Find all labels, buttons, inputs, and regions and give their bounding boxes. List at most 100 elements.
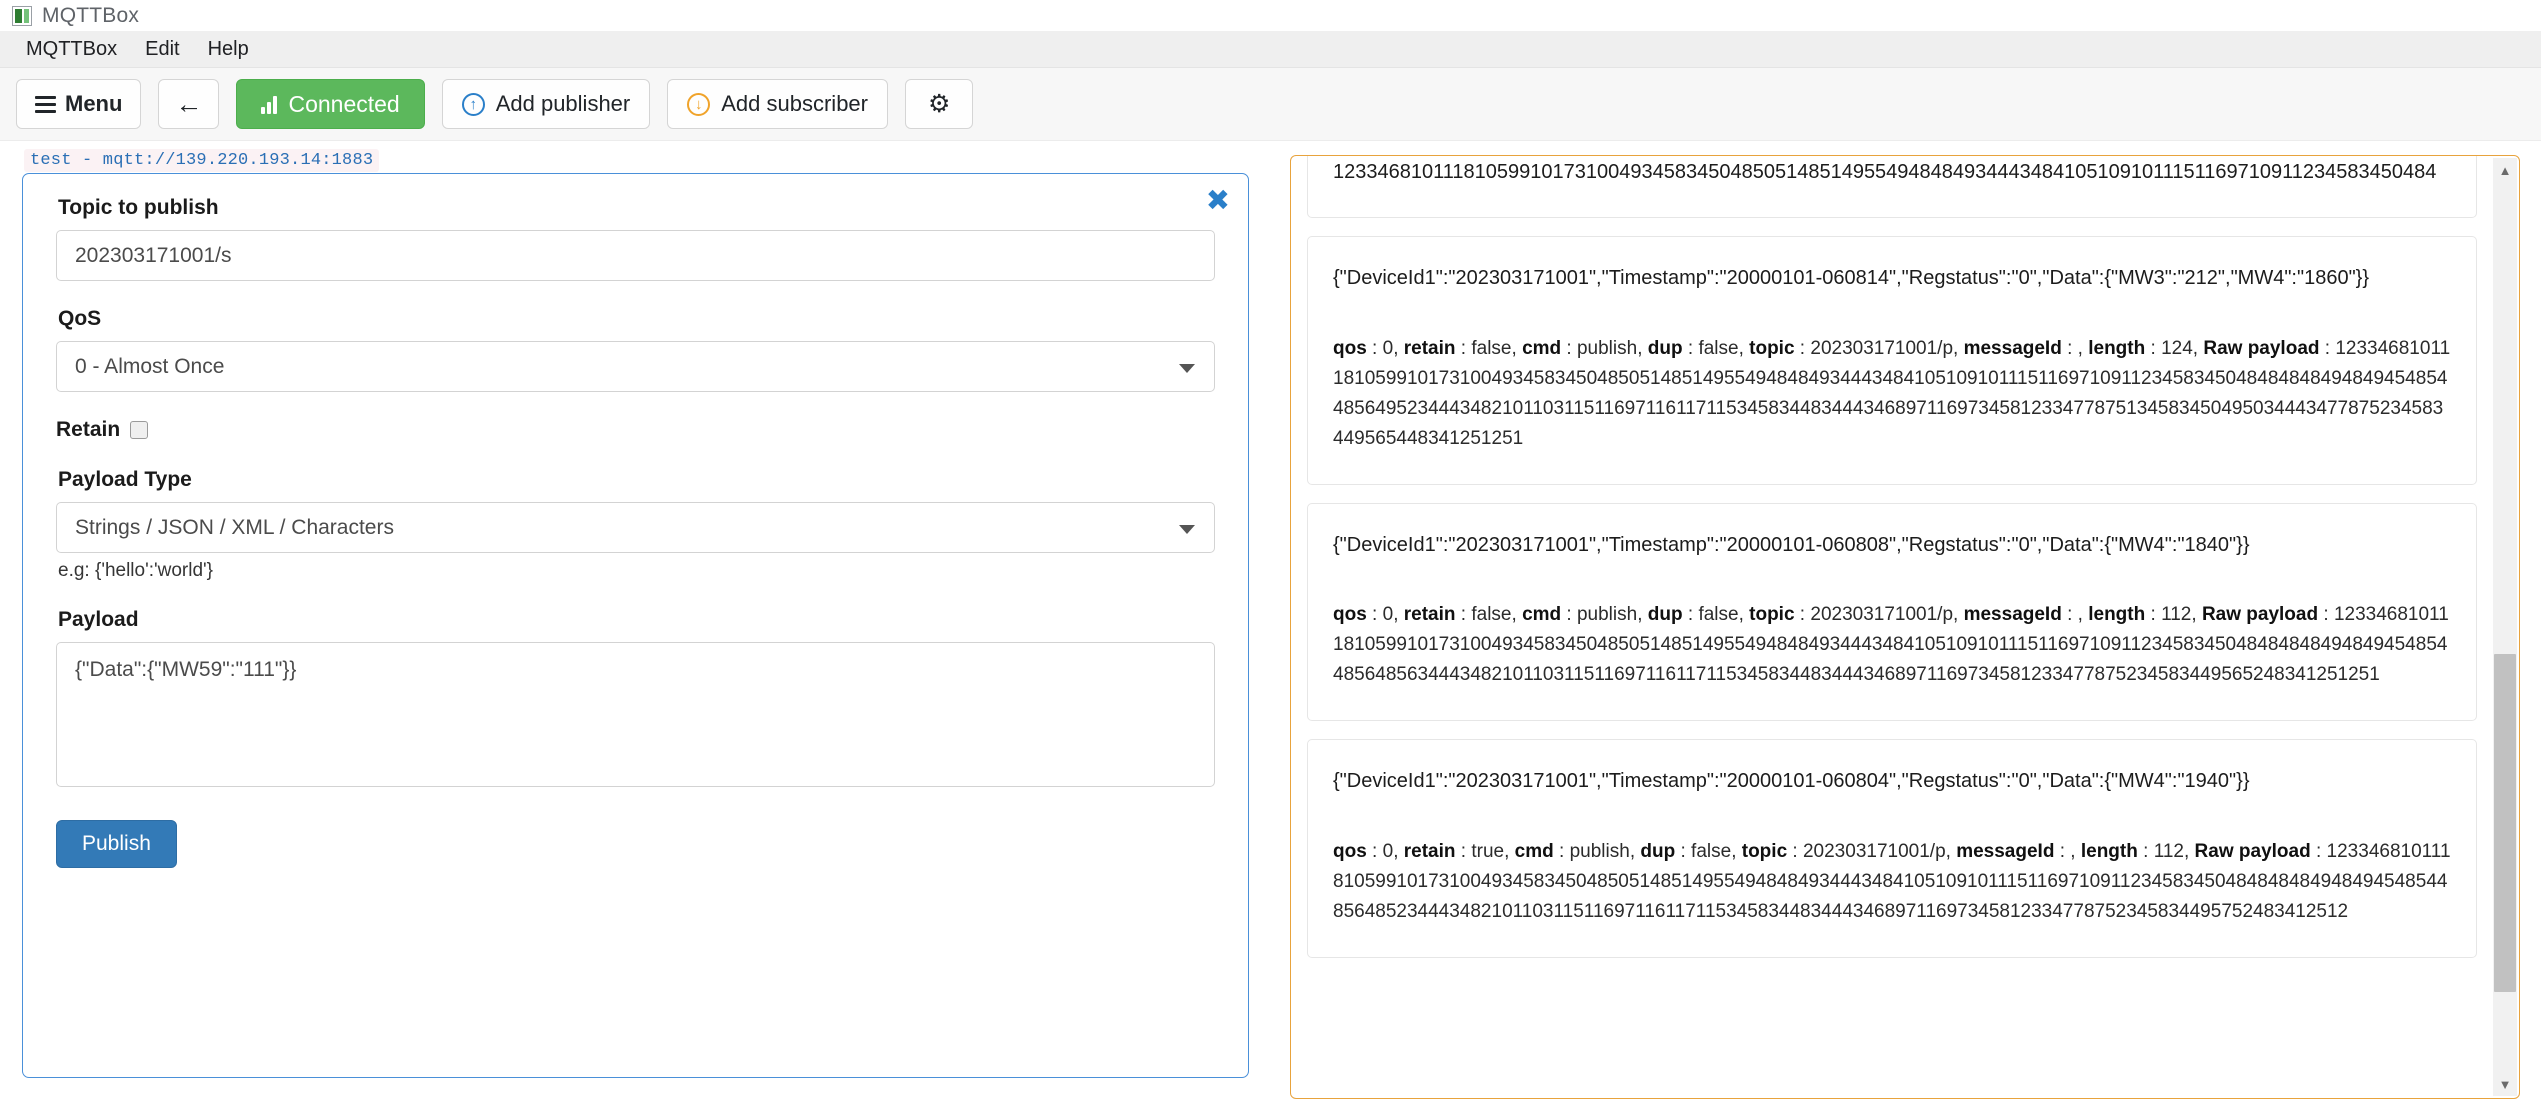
settings-button[interactable]: ⚙ xyxy=(905,79,974,129)
meta-key-qos: qos xyxy=(1333,840,1367,862)
back-button[interactable]: ← xyxy=(158,79,220,129)
menu-button[interactable]: Menu xyxy=(16,79,142,129)
qos-select[interactable] xyxy=(56,341,1215,392)
retain-checkbox[interactable] xyxy=(130,421,149,439)
menu-item-edit[interactable]: Edit xyxy=(131,35,193,64)
meta-val-topic: 202303171001/p xyxy=(1802,840,1946,862)
window-title: MQTTBox xyxy=(42,3,140,27)
retain-row: Retain xyxy=(56,418,1215,442)
menu-bar: MQTTBox Edit Help xyxy=(0,31,2541,68)
meta-key-qos: qos xyxy=(1333,604,1367,626)
meta-key-rawpayload: Raw payload xyxy=(2203,337,2320,359)
connection-status-button[interactable]: Connected xyxy=(236,79,425,129)
menu-item-help[interactable]: Help xyxy=(194,35,263,64)
connection-breadcrumb: test - mqtt://139.220.193.14:1883 xyxy=(24,149,380,172)
payload-type-label: Payload Type xyxy=(58,468,192,491)
qos-label: QoS xyxy=(58,307,102,330)
add-subscriber-label: Add subscriber xyxy=(721,91,868,116)
workspace: test - mqtt://139.220.193.14:1883 ✖ Topi… xyxy=(0,141,2541,1115)
message-card[interactable]: 1233468101118105991017310049345834504850… xyxy=(1307,156,2477,219)
messages-scrollbar[interactable]: ▲ ▼ xyxy=(2493,158,2517,1096)
meta-key-qos: qos xyxy=(1333,337,1367,359)
topic-to-publish-input[interactable] xyxy=(56,230,1215,281)
meta-key-dup: dup xyxy=(1647,604,1683,626)
meta-val-dup: false xyxy=(1691,840,1732,862)
topic-to-publish-label: Topic to publish xyxy=(58,196,219,219)
scroll-up-arrow-icon[interactable]: ▲ xyxy=(2493,158,2517,182)
meta-val-length: 124 xyxy=(2161,337,2193,359)
meta-key-topic: topic xyxy=(1749,337,1795,359)
meta-val-retain: false xyxy=(1471,337,1512,359)
add-subscriber-button[interactable]: ↓ Add subscriber xyxy=(667,79,888,129)
message-payload-text: 1233468101118105991017310049345834504850… xyxy=(1333,161,2437,183)
payload-type-select-wrapper xyxy=(56,502,1215,553)
scrollbar-thumb[interactable] xyxy=(2494,653,2516,992)
meta-val-dup: false xyxy=(1698,604,1739,626)
meta-key-dup: dup xyxy=(1647,337,1683,359)
message-payload-text: {"DeviceId1":"202303171001","Timestamp":… xyxy=(1333,267,2370,290)
payload-type-select[interactable] xyxy=(56,502,1215,553)
circle-up-arrow-icon: ↑ xyxy=(461,92,485,116)
message-payload-text: {"DeviceId1":"202303171001","Timestamp":… xyxy=(1333,533,2250,556)
circle-down-arrow-icon: ↓ xyxy=(687,92,711,116)
meta-val-qos: 0 xyxy=(1382,604,1394,626)
message-payload-text: {"DeviceId1":"202303171001","Timestamp":… xyxy=(1333,770,2250,793)
message-meta: qos : 0, retain : false, cmd : publish, … xyxy=(1333,604,2449,686)
add-publisher-button[interactable]: ↑ Add publisher xyxy=(441,79,651,129)
payload-textarea[interactable]: {"Data":{"MW59":"111"}} xyxy=(56,642,1215,787)
message-card[interactable]: {"DeviceId1":"202303171001","Timestamp":… xyxy=(1307,236,2477,485)
meta-key-cmd: cmd xyxy=(1522,337,1562,359)
meta-key-retain: retain xyxy=(1403,604,1456,626)
meta-val-qos: 0 xyxy=(1382,337,1394,359)
meta-val-length: 112 xyxy=(2161,604,2192,626)
meta-key-topic: topic xyxy=(1749,604,1795,626)
meta-val-cmd: publish xyxy=(1576,337,1638,359)
meta-val-cmd: publish xyxy=(1569,840,1630,862)
meta-val-retain: true xyxy=(1471,840,1505,862)
meta-key-dup: dup xyxy=(1640,840,1676,862)
menu-button-label: Menu xyxy=(65,91,123,116)
qos-select-wrapper xyxy=(56,341,1215,392)
meta-key-retain: retain xyxy=(1403,840,1456,862)
message-card[interactable]: {"DeviceId1":"202303171001","Timestamp":… xyxy=(1307,739,2477,958)
publish-button[interactable]: Publish xyxy=(56,820,177,868)
scrollbar-track[interactable] xyxy=(2493,182,2517,1072)
meta-val-retain: false xyxy=(1471,604,1512,626)
meta-val-topic: 202303171001/p xyxy=(1810,337,1954,359)
message-card[interactable]: {"DeviceId1":"202303171001","Timestamp":… xyxy=(1307,502,2477,722)
meta-key-messageid: messageId xyxy=(1963,604,2062,626)
meta-key-length: length xyxy=(2080,840,2138,862)
meta-val-length: 112 xyxy=(2153,840,2184,862)
gear-icon: ⚙ xyxy=(928,89,951,118)
messages-scroll-area: 1233468101118105991017310049345834504850… xyxy=(1291,156,2493,1098)
meta-key-rawpayload: Raw payload xyxy=(2201,604,2319,626)
meta-key-cmd: cmd xyxy=(1522,604,1562,626)
meta-val-dup: false xyxy=(1698,337,1739,359)
meta-key-retain: retain xyxy=(1403,337,1456,359)
meta-key-topic: topic xyxy=(1741,840,1788,862)
meta-val-qos: 0 xyxy=(1382,840,1394,862)
meta-key-messageid: messageId xyxy=(1956,840,2055,862)
mqttbox-app-icon xyxy=(12,5,32,26)
retain-label: Retain xyxy=(56,418,121,441)
arrow-left-icon: ← xyxy=(175,88,203,119)
meta-key-cmd: cmd xyxy=(1514,840,1554,862)
hamburger-icon xyxy=(35,95,56,113)
meta-val-cmd: publish xyxy=(1576,604,1638,626)
message-meta: qos : 0, retain : false, cmd : publish, … xyxy=(1333,337,2451,449)
signal-bars-icon xyxy=(261,95,278,114)
menu-item-mqttbox[interactable]: MQTTBox xyxy=(12,35,131,64)
title-bar: MQTTBox xyxy=(0,0,2541,31)
scroll-down-arrow-icon[interactable]: ▼ xyxy=(2493,1072,2517,1096)
meta-val-topic: 202303171001/p xyxy=(1810,604,1954,626)
subscriber-messages-panel: 1233468101118105991017310049345834504850… xyxy=(1290,155,2520,1099)
close-icon[interactable]: ✖ xyxy=(1206,186,1230,215)
meta-key-length: length xyxy=(2088,604,2146,626)
meta-key-length: length xyxy=(2088,337,2146,359)
meta-key-rawpayload: Raw payload xyxy=(2194,840,2311,862)
publisher-panel: ✖ Topic to publish QoS Retain Payload Ty… xyxy=(22,173,1249,1078)
